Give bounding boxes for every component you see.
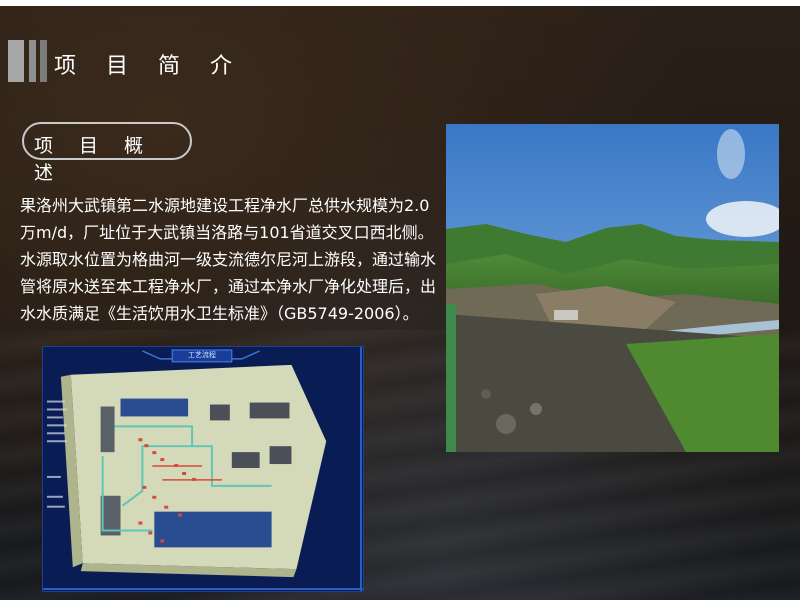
vertical-bars-icon [8, 40, 48, 82]
site-photo [446, 124, 779, 452]
section-pill: 项目概述 [22, 122, 192, 184]
process-diagram [42, 346, 364, 592]
top-white-strip [0, 0, 800, 6]
page-title: 项目简介 [54, 54, 263, 79]
page-background: 项目简介 项目概述 果洛州大武镇第二水源地建设工程净水厂总供水规模为2.0万m/… [0, 0, 800, 600]
project-description: 果洛州大武镇第二水源地建设工程净水厂总供水规模为2.0万m/d，厂址位于大武镇当… [20, 196, 437, 323]
diagram-title: 工艺流程 [188, 351, 216, 359]
section-pill-label: 项目概述 [34, 135, 170, 184]
